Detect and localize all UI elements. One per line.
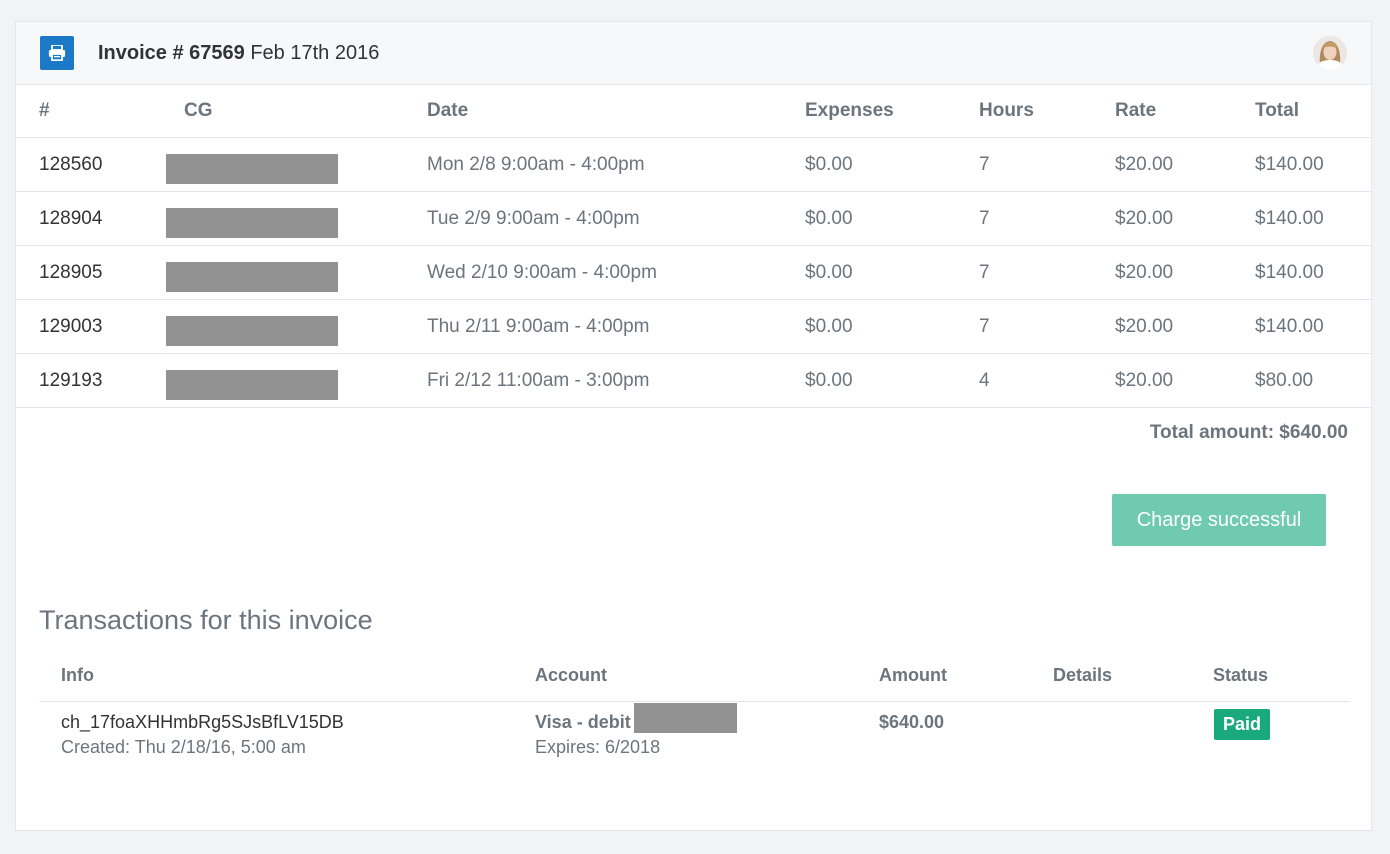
row-expenses: $0.00 bbox=[805, 353, 979, 408]
table-row: ch_17foaXHHmbRg5SJsBfLV15DB Created: Thu… bbox=[39, 702, 1350, 759]
col-header-number: # bbox=[16, 84, 166, 138]
row-rate: $20.00 bbox=[1115, 191, 1255, 246]
row-cg bbox=[166, 245, 427, 300]
row-expenses: $0.00 bbox=[805, 245, 979, 300]
row-id: 128905 bbox=[16, 245, 166, 300]
table-row: 128905 Wed 2/10 9:00am - 4:00pm $0.00 7 … bbox=[16, 245, 1371, 300]
row-cg bbox=[166, 353, 427, 408]
table-row: 128560 Mon 2/8 9:00am - 4:00pm $0.00 7 $… bbox=[16, 137, 1371, 192]
tx-info: ch_17foaXHHmbRg5SJsBfLV15DB Created: Thu… bbox=[39, 702, 535, 759]
invoice-title: Invoice # 67569 Feb 17th 2016 bbox=[98, 42, 379, 65]
amount-value: $640.00 bbox=[879, 712, 945, 732]
account-type-label: Visa - debit bbox=[535, 712, 631, 732]
row-date: Thu 2/11 9:00am - 4:00pm bbox=[427, 299, 805, 354]
row-rate: $20.00 bbox=[1115, 353, 1255, 408]
tx-amount: $640.00 bbox=[879, 702, 1053, 759]
col-header-rate: Rate bbox=[1115, 84, 1255, 138]
total-amount: Total amount: $640.00 bbox=[1149, 422, 1348, 443]
printer-icon bbox=[48, 45, 66, 61]
row-date: Tue 2/9 9:00am - 4:00pm bbox=[427, 191, 805, 246]
status-badge: Paid bbox=[1214, 709, 1271, 740]
invoice-items-table: # CG Date Expenses Hours Rate Total 1285… bbox=[16, 84, 1371, 408]
user-photo-icon bbox=[1313, 36, 1347, 70]
row-date: Mon 2/8 9:00am - 4:00pm bbox=[427, 137, 805, 192]
transactions-title: Transactions for this invoice bbox=[39, 605, 373, 635]
row-id: 128904 bbox=[16, 191, 166, 246]
row-rate: $20.00 bbox=[1115, 245, 1255, 300]
invoice-number: Invoice # 67569 bbox=[98, 42, 245, 64]
row-date: Wed 2/10 9:00am - 4:00pm bbox=[427, 245, 805, 300]
row-rate: $20.00 bbox=[1115, 299, 1255, 354]
invoice-date: Feb 17th 2016 bbox=[250, 42, 380, 64]
col-header-account: Account bbox=[535, 650, 879, 702]
row-total: $140.00 bbox=[1255, 299, 1371, 354]
redacted-card-number bbox=[633, 703, 737, 734]
row-expenses: $0.00 bbox=[805, 299, 979, 354]
row-cg bbox=[166, 191, 427, 246]
row-hours: 7 bbox=[979, 245, 1115, 300]
transactions-header-row: Info Account Amount Details Status bbox=[39, 650, 1350, 702]
table-row: 129193 Fri 2/12 11:00am - 3:00pm $0.00 4… bbox=[16, 353, 1371, 408]
row-id: 128560 bbox=[16, 137, 166, 192]
row-date: Fri 2/12 11:00am - 3:00pm bbox=[427, 353, 805, 408]
col-header-cg: CG bbox=[166, 84, 427, 138]
table-row: 128904 Tue 2/9 9:00am - 4:00pm $0.00 7 $… bbox=[16, 191, 1371, 246]
row-rate: $20.00 bbox=[1115, 137, 1255, 192]
print-button[interactable] bbox=[40, 36, 74, 70]
col-header-amount: Amount bbox=[879, 650, 1053, 702]
col-header-expenses: Expenses bbox=[805, 84, 979, 138]
charge-successful-button[interactable]: Charge successful bbox=[1112, 494, 1326, 546]
card-expiry: Expires: 6/2018 bbox=[535, 737, 661, 758]
redacted-name bbox=[166, 261, 338, 292]
items-header-row: # CG Date Expenses Hours Rate Total bbox=[16, 84, 1371, 138]
row-hours: 7 bbox=[979, 191, 1115, 246]
row-cg bbox=[166, 137, 427, 192]
row-total: $80.00 bbox=[1255, 353, 1371, 408]
row-total: $140.00 bbox=[1255, 245, 1371, 300]
transactions-table: Info Account Amount Details Status ch_17… bbox=[39, 650, 1350, 758]
row-id: 129003 bbox=[16, 299, 166, 354]
row-id: 129193 bbox=[16, 353, 166, 408]
invoice-card: Invoice # 67569 Feb 17th 2016 # CG Date … bbox=[15, 21, 1372, 831]
tx-status: Paid bbox=[1213, 702, 1350, 759]
row-cg bbox=[166, 299, 427, 354]
redacted-name bbox=[166, 315, 338, 346]
row-total: $140.00 bbox=[1255, 191, 1371, 246]
row-expenses: $0.00 bbox=[805, 191, 979, 246]
col-header-status: Status bbox=[1213, 650, 1350, 702]
invoice-header: Invoice # 67569 Feb 17th 2016 bbox=[16, 22, 1371, 85]
redacted-name bbox=[166, 369, 338, 400]
col-header-total: Total bbox=[1255, 84, 1371, 138]
table-row: 129003 Thu 2/11 9:00am - 4:00pm $0.00 7 … bbox=[16, 299, 1371, 354]
avatar[interactable] bbox=[1313, 36, 1347, 70]
row-total: $140.00 bbox=[1255, 137, 1371, 192]
row-hours: 7 bbox=[979, 299, 1115, 354]
row-hours: 7 bbox=[979, 137, 1115, 192]
col-header-date: Date bbox=[427, 84, 805, 138]
created-date: Created: Thu 2/18/16, 5:00 am bbox=[61, 737, 306, 757]
redacted-name bbox=[166, 207, 338, 238]
redacted-name bbox=[166, 153, 338, 184]
tx-details bbox=[1053, 702, 1213, 759]
account-type: Visa - debit bbox=[535, 703, 879, 734]
col-header-hours: Hours bbox=[979, 84, 1115, 138]
col-header-info: Info bbox=[39, 650, 535, 702]
charge-id: ch_17foaXHHmbRg5SJsBfLV15DB bbox=[61, 712, 344, 732]
row-hours: 4 bbox=[979, 353, 1115, 408]
row-expenses: $0.00 bbox=[805, 137, 979, 192]
tx-account: Visa - debit Expires: 6/2018 bbox=[535, 702, 879, 759]
col-header-details: Details bbox=[1053, 650, 1213, 702]
